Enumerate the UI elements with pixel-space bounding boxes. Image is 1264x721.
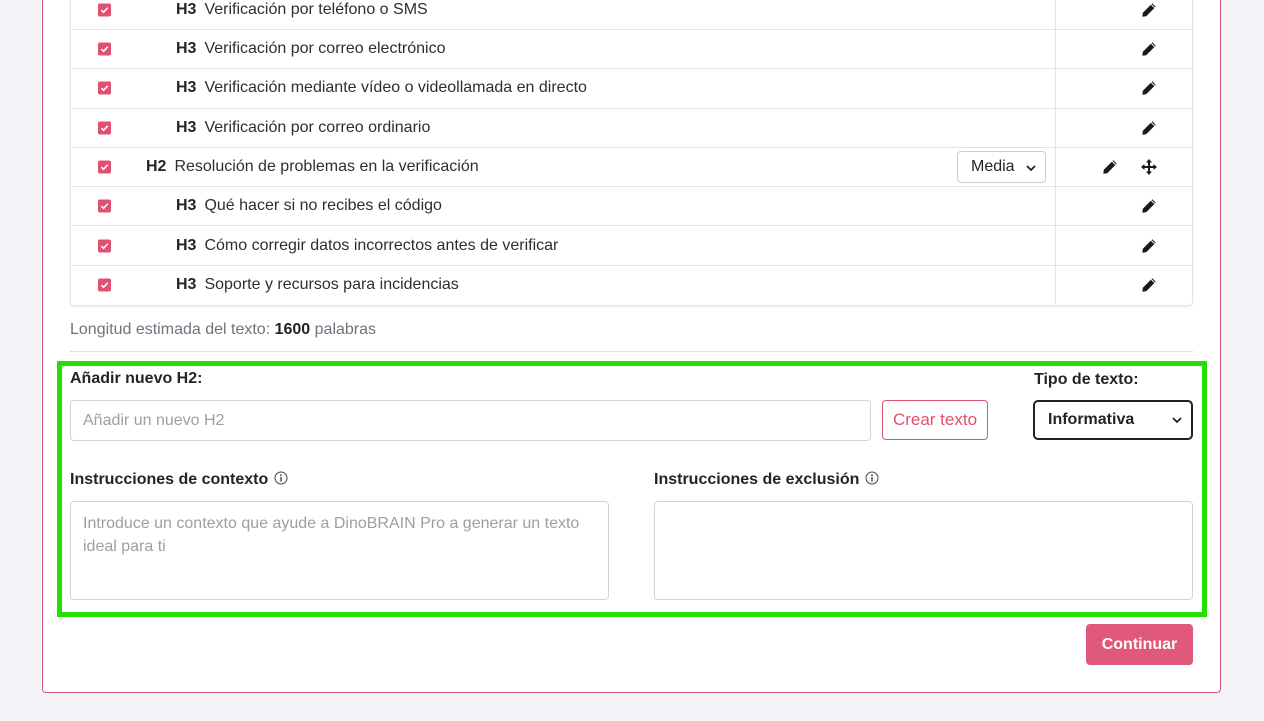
checkbox-checked-icon[interactable] (98, 121, 111, 135)
text-type-select[interactable]: Informativa (1033, 400, 1193, 440)
move-icon[interactable] (1140, 158, 1158, 176)
outline-row: H3 Cómo corregir datos incorrectos antes … (71, 226, 1192, 266)
outline-row-label: H3 Cómo corregir datos incorrectos antes … (176, 236, 559, 254)
info-icon[interactable] (865, 471, 879, 485)
section-divider (70, 351, 1193, 352)
checkbox-checked-icon[interactable] (98, 3, 111, 16)
outline-row: H3 Verificación mediante vídeo o videolla… (71, 69, 1192, 109)
checkbox-checked-icon[interactable] (98, 42, 111, 56)
outline-row: H3 Soporte y recursos para incidencias (71, 265, 1192, 306)
info-icon[interactable] (274, 471, 288, 485)
exclusion-label: Instrucciones de exclusión (654, 471, 879, 489)
pencil-icon[interactable] (1141, 238, 1157, 254)
context-label: Instrucciones de contexto (70, 471, 288, 489)
context-textarea[interactable] (70, 501, 609, 600)
outline-row: H3 Verificación por correo ordinario (71, 108, 1192, 148)
checkbox-checked-icon[interactable] (98, 278, 111, 292)
outline-row: H3 Verificación por correo electrónico (71, 30, 1192, 70)
outline-row-label: H2 Resolución de problemas en la verifica… (146, 158, 479, 176)
create-text-button[interactable]: Crear texto (882, 400, 988, 440)
pencil-icon[interactable] (1141, 41, 1157, 57)
new-h2-label: Añadir nuevo H2: (70, 370, 203, 387)
outline-row-label: H3 Verificación mediante vídeo o videolla… (176, 79, 587, 97)
outline-row: H3 Verificación por teléfono o SMS (71, 0, 1192, 30)
outline-row-label: H3 Verificación por correo ordinario (176, 118, 431, 136)
checkbox-checked-icon[interactable] (98, 239, 111, 253)
outline-row-h2: H2 Resolución de problemas en la verifica… (71, 147, 1192, 188)
outline-row: H3 Qué hacer si no recibes el código (71, 187, 1192, 227)
pencil-icon[interactable] (1141, 198, 1157, 214)
continue-button[interactable]: Continuar (1086, 624, 1193, 665)
checkbox-checked-icon[interactable] (98, 160, 111, 174)
pencil-icon[interactable] (1141, 80, 1157, 96)
outline-row-label: H3 Qué hacer si no recibes el código (176, 197, 442, 215)
chevron-down-icon (1026, 165, 1036, 172)
priority-select[interactable]: Media (957, 151, 1046, 184)
new-h2-input[interactable] (70, 400, 871, 441)
outline-row-label: H3 Verificación por teléfono o SMS (176, 0, 428, 18)
pencil-icon[interactable] (1102, 159, 1118, 175)
exclusion-textarea[interactable] (654, 501, 1193, 600)
estimated-length: Longitud estimada del texto: 1600 palabr… (70, 321, 377, 338)
outline-row-label: H3 Soporte y recursos para incidencias (176, 276, 459, 294)
pencil-icon[interactable] (1141, 120, 1157, 136)
chevron-down-icon (1172, 417, 1182, 424)
checkbox-checked-icon[interactable] (98, 199, 111, 213)
checkbox-checked-icon[interactable] (98, 81, 111, 95)
text-type-label: Tipo de texto: (1034, 371, 1139, 388)
pencil-icon[interactable] (1141, 277, 1157, 293)
pencil-icon[interactable] (1141, 2, 1157, 18)
outline-table: H3 Verificación por teléfono o SMS H3 Veri… (70, 0, 1193, 307)
outline-row-label: H3 Verificación por correo electrónico (176, 40, 446, 58)
